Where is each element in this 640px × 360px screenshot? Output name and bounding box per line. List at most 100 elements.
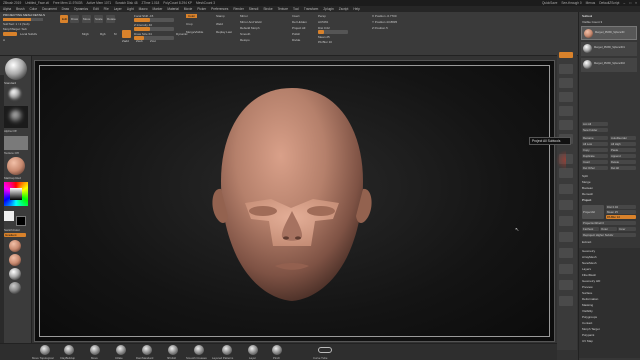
lower-item-polygroups[interactable]: Polygroups xyxy=(582,315,597,319)
menu-zplugin[interactable]: Zplugin xyxy=(323,7,333,11)
lower-item-contact[interactable]: Contact xyxy=(582,321,592,325)
brush-claybuildup[interactable] xyxy=(64,345,74,355)
menu-stencil[interactable]: Stencil xyxy=(249,7,259,11)
crop-button[interactable]: Crop xyxy=(186,22,193,26)
secondary-color-swatch[interactable] xyxy=(16,216,26,226)
brush-layered-patterns[interactable] xyxy=(222,345,232,355)
append-button[interactable]: Append xyxy=(610,154,636,158)
minimize-icon[interactable]: – xyxy=(623,1,625,5)
color-picker[interactable] xyxy=(4,182,28,206)
draw-size-slider[interactable] xyxy=(134,36,174,40)
aahalf-button[interactable] xyxy=(559,106,573,116)
actual-button[interactable] xyxy=(559,92,573,102)
project-section[interactable]: Project xyxy=(582,198,591,202)
menu-stroke[interactable]: Stroke xyxy=(263,7,272,11)
all-high-button[interactable]: All High xyxy=(610,142,636,146)
del-other-button[interactable]: Del Other xyxy=(582,166,608,170)
menu-render[interactable]: Render xyxy=(233,7,243,11)
menu-dynamics[interactable]: Dynamics xyxy=(74,7,88,11)
see-through-slider[interactable]: See-through 0 xyxy=(561,1,581,5)
left-scroll-strip[interactable] xyxy=(0,75,4,360)
brush-layer[interactable] xyxy=(248,345,258,355)
scale-view-button[interactable] xyxy=(559,216,573,226)
transp-button[interactable] xyxy=(559,264,573,274)
m-button[interactable]: M xyxy=(114,32,117,36)
main-color-swatch[interactable] xyxy=(4,211,14,221)
projection-shell-slider[interactable]: ProjectionShell 0 xyxy=(582,221,636,225)
viewport-canvas[interactable]: ↖ xyxy=(34,60,555,342)
menu-edit[interactable]: Edit xyxy=(93,7,99,11)
xpose-button[interactable] xyxy=(559,296,573,306)
stamp-button[interactable]: Stamp xyxy=(216,14,225,18)
menu-layer[interactable]: Layer xyxy=(114,7,122,11)
menu-light[interactable]: Light xyxy=(127,7,134,11)
focal-shift-slider[interactable] xyxy=(134,18,174,22)
maximize-icon[interactable]: □ xyxy=(629,1,631,5)
persp-button[interactable] xyxy=(559,120,573,130)
weld-button[interactable]: Weld xyxy=(216,22,223,26)
merge-section[interactable]: Merge xyxy=(582,180,591,184)
paste-button[interactable]: Paste xyxy=(610,148,636,152)
lower-item-surface[interactable]: Surface xyxy=(582,291,592,295)
material-swatch-2[interactable] xyxy=(9,254,21,266)
invert-button[interactable]: Invert xyxy=(292,14,300,18)
inner-button[interactable]: Inner xyxy=(618,227,636,231)
divide-button[interactable]: Divide xyxy=(292,38,300,42)
rgb-button[interactable]: Rgb xyxy=(100,32,106,36)
subtool-title[interactable]: Subtool xyxy=(582,14,592,18)
lower-item-geometry[interactable]: Geometry xyxy=(582,249,595,253)
reproject-higher-subdiv-button[interactable]: Reproject Higher Subdiv xyxy=(582,233,636,237)
menu-color[interactable]: Color xyxy=(29,7,37,11)
switch-color-button[interactable]: SwitchColor xyxy=(4,228,20,232)
copy-button[interactable]: Copy xyxy=(582,148,608,152)
menu-brush[interactable]: Brush xyxy=(16,7,24,11)
move-button[interactable]: Move xyxy=(82,15,91,23)
edit-button[interactable]: Edit xyxy=(60,15,68,23)
del-all-button[interactable]: Del All xyxy=(610,166,636,170)
menu-texture[interactable]: Texture xyxy=(278,7,288,11)
menu-movie[interactable]: Movie xyxy=(184,7,193,11)
menu-file[interactable]: File xyxy=(104,7,109,11)
menu-tool[interactable]: Tool xyxy=(293,7,299,11)
menus-button[interactable]: Menus xyxy=(586,1,596,5)
dist-slider[interactable] xyxy=(318,30,348,34)
visible-count[interactable]: Visible Count 3 xyxy=(582,20,602,24)
menu-alpha[interactable]: Alpha xyxy=(3,7,11,11)
lower-item-visibility[interactable]: Visibility xyxy=(582,309,593,313)
split-section[interactable]: Split xyxy=(582,174,588,178)
close-icon[interactable]: × xyxy=(635,1,637,5)
remesh-section[interactable]: Remesh xyxy=(582,192,593,196)
material-thumbnail[interactable] xyxy=(7,157,25,175)
mean-slider-panel[interactable]: Mean 25 xyxy=(606,210,636,214)
default-zscript-button[interactable]: DefaultZScript xyxy=(599,1,619,5)
alpha-thumbnail[interactable] xyxy=(4,106,28,128)
lower-item-geometry-hd[interactable]: Geometry HD xyxy=(582,279,600,283)
subtool-item-3[interactable]: Merged_PM3D_Sphere3D2 xyxy=(581,58,637,72)
rename-button[interactable]: Rename xyxy=(582,136,608,140)
sculpt-head[interactable] xyxy=(35,61,556,343)
brush-hpolish[interactable] xyxy=(168,345,178,355)
lower-item-layers[interactable]: Layers xyxy=(582,267,591,271)
delete-button[interactable]: Delete xyxy=(610,160,636,164)
smooth-button[interactable]: Smooth xyxy=(240,32,250,36)
bpr-button[interactable] xyxy=(559,52,573,58)
mirror-and-weld-button[interactable]: Mirror And Weld xyxy=(240,20,261,24)
menu-transform[interactable]: Transform xyxy=(304,7,318,11)
quicksave-button[interactable]: QuickSave xyxy=(542,1,557,5)
project-all-button[interactable]: Project All xyxy=(292,26,305,30)
new-folder-button[interactable]: New Folder xyxy=(582,128,608,132)
move-view-button[interactable] xyxy=(559,200,573,210)
ac50-toggle[interactable]: AC50% xyxy=(318,20,328,24)
mergevisible-button[interactable]: MergeVisible xyxy=(186,30,203,34)
solo-button[interactable] xyxy=(559,280,573,290)
brush-smooth-creases[interactable] xyxy=(194,345,204,355)
material-swatch-4[interactable] xyxy=(9,282,21,294)
menu-material[interactable]: Material xyxy=(167,7,178,11)
brush-damstandard[interactable] xyxy=(142,345,152,355)
duplicate-button[interactable]: Duplicate xyxy=(582,154,608,158)
menu-zscript[interactable]: Zscript xyxy=(339,7,349,11)
mirror-button[interactable]: Mirror xyxy=(240,14,248,18)
current-brush-thumbnail[interactable] xyxy=(5,58,27,80)
brush-move-topological[interactable] xyxy=(40,345,50,355)
menu-macro[interactable]: Macro xyxy=(139,7,148,11)
